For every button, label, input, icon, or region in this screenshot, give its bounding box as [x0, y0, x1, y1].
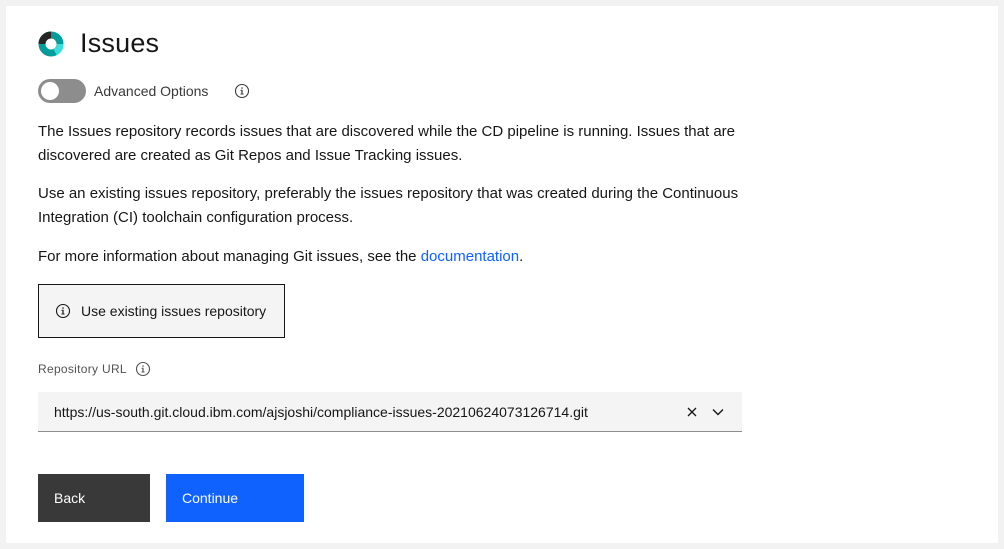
description-paragraph-2: Use an existing issues repository, prefe… — [38, 185, 739, 226]
info-icon[interactable] — [234, 83, 250, 99]
repository-url-value[interactable]: https://us-south.git.cloud.ibm.com/ajsjo… — [54, 404, 682, 420]
use-existing-repo-label: Use existing issues repository — [81, 303, 267, 319]
page-title: Issues — [80, 28, 160, 58]
advanced-options-label: Advanced Options — [94, 83, 209, 99]
chevron-down-icon[interactable] — [708, 402, 728, 422]
info-icon — [55, 303, 71, 319]
info-icon[interactable] — [135, 361, 151, 377]
doc-text-suffix: . — [519, 248, 524, 265]
doc-text-prefix: For more information about managing Git … — [38, 248, 421, 265]
documentation-link[interactable]: documentation — [421, 248, 519, 265]
issues-panel: Issues Advanced Options The Issues repos… — [6, 6, 998, 543]
continue-button[interactable]: Continue — [166, 474, 304, 522]
back-button[interactable]: Back — [38, 474, 150, 522]
toggle-knob — [41, 82, 59, 100]
header: Issues — [38, 28, 159, 59]
advanced-options-row: Advanced Options — [38, 79, 250, 103]
description-paragraph-1: The Issues repository records issues tha… — [38, 123, 736, 164]
repository-url-label-row: Repository URL — [38, 361, 151, 377]
use-existing-repo-button[interactable]: Use existing issues repository — [38, 284, 285, 338]
description-paragraph-3: For more information about managing Git … — [38, 245, 758, 269]
clear-icon[interactable] — [682, 402, 702, 422]
repository-url-combobox[interactable]: https://us-south.git.cloud.ibm.com/ajsjo… — [38, 392, 742, 432]
ibm-toolchain-ring-icon — [38, 31, 64, 56]
advanced-options-toggle[interactable] — [38, 79, 86, 103]
repository-url-label: Repository URL — [38, 362, 127, 376]
